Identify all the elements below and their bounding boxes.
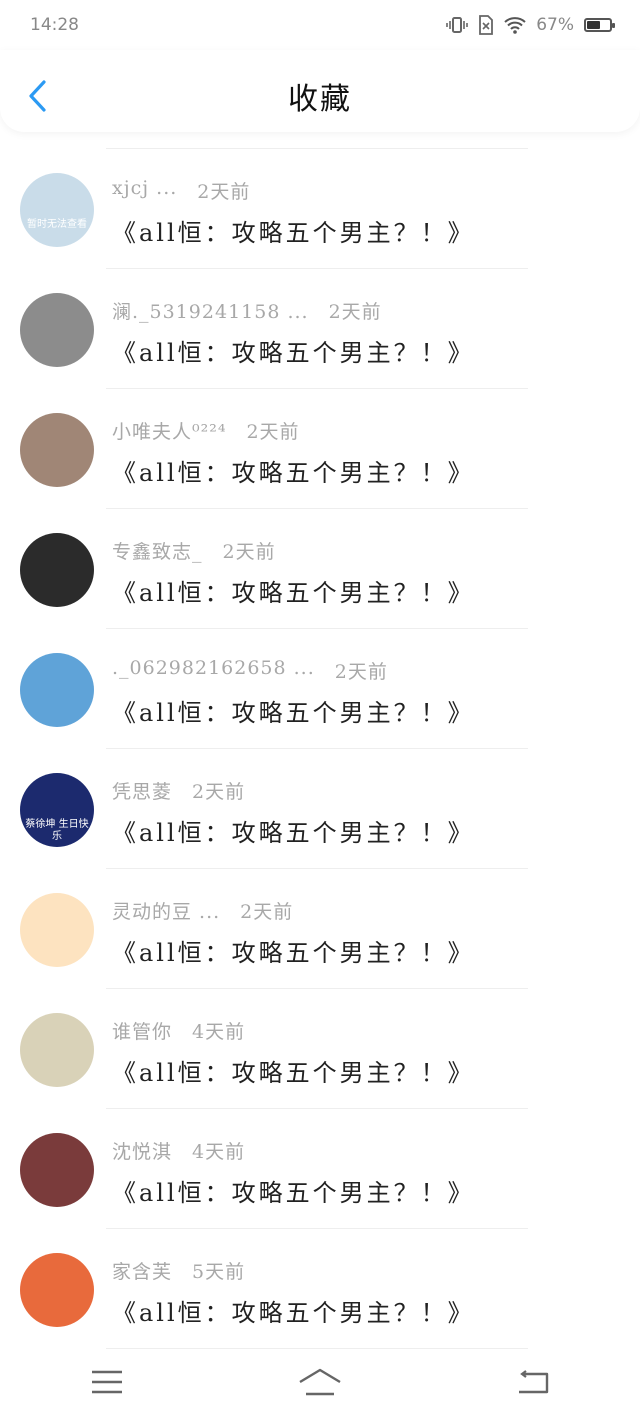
list-item[interactable]: 家含芙 5天前《all恒：攻略五个男主？！》 <box>0 1229 640 1349</box>
status-bar: 14:28 67% <box>0 0 640 50</box>
username[interactable]: xjcj ... <box>112 177 177 204</box>
work-title[interactable]: 《all恒：攻略五个男主？！》 <box>112 933 475 968</box>
work-title[interactable]: 《all恒：攻略五个男主？！》 <box>112 1053 475 1088</box>
avatar[interactable] <box>20 1253 94 1327</box>
favorites-list: 暂时无法查看 xjcj ... 2天前 《all恒：攻略五个男主？！》 澜._53192… <box>0 148 640 1349</box>
work-title[interactable]: 《all恒：攻略五个男主？！》 <box>112 1293 475 1328</box>
page-title: 收藏 <box>288 82 352 117</box>
item-meta: ._062982162658 ... 2天前 <box>112 657 388 684</box>
item-meta: 小唯夫人⁰²²⁴ 2天前 <box>112 417 300 444</box>
item-meta: 谁管你 4天前 <box>112 1017 245 1044</box>
back-icon <box>519 1370 549 1394</box>
timestamp: 2天前 <box>246 421 300 443</box>
avatar[interactable] <box>20 1013 94 1087</box>
list-item[interactable]: 沈悦淇 4天前《all恒：攻略五个男主？！》 <box>0 1109 640 1229</box>
item-meta: xjcj ... 2天前 <box>112 177 250 204</box>
list-item[interactable]: 灵动的豆 ... 2天前《all恒：攻略五个男主？！》 <box>0 869 640 989</box>
work-title[interactable]: 《all恒：攻略五个男主？！》 <box>112 333 475 368</box>
status-time: 14:28 <box>30 15 79 35</box>
work-title[interactable]: 《all恒：攻略五个男主？！》 <box>112 453 475 488</box>
timestamp: 2天前 <box>240 901 294 923</box>
username[interactable]: 家含芙 <box>112 1257 172 1284</box>
wifi-icon <box>504 17 526 34</box>
timestamp: 2天前 <box>192 781 246 803</box>
timestamp: 4天前 <box>192 1141 246 1163</box>
list-item[interactable]: 专鑫致志_ 2天前《all恒：攻略五个男主？！》 <box>0 509 640 629</box>
navigation-bar <box>0 1342 640 1422</box>
list-item[interactable]: 蔡徐坤 生日快乐 凭思菱 2天前《all恒：攻略五个男主？！》 <box>0 749 640 869</box>
header: 收藏 <box>0 50 640 132</box>
avatar-text: 蔡徐坤 生日快乐 <box>25 819 89 842</box>
timestamp: 2天前 <box>334 661 388 683</box>
item-meta: 灵动的豆 ... 2天前 <box>112 897 293 924</box>
username[interactable]: 澜._5319241158 ... <box>112 297 309 324</box>
item-meta: 沈悦淇 4天前 <box>112 1137 245 1164</box>
menu-button[interactable] <box>67 1352 147 1412</box>
avatar-text: 暂时无法查看 <box>27 219 87 230</box>
list-item[interactable]: 谁管你 4天前《all恒：攻略五个男主？！》 <box>0 989 640 1109</box>
work-title[interactable]: 《all恒：攻略五个男主？！》 <box>112 813 475 848</box>
work-title[interactable]: 《all恒：攻略五个男主？！》 <box>112 573 475 608</box>
avatar[interactable] <box>20 893 94 967</box>
username[interactable]: 凭思菱 <box>112 777 172 804</box>
username[interactable]: 小唯夫人⁰²²⁴ <box>112 417 226 444</box>
battery-icon <box>584 18 615 32</box>
status-icons: 67% <box>446 15 615 35</box>
list-item[interactable]: 暂时无法查看 xjcj ... 2天前《all恒：攻略五个男主？！》 <box>0 149 640 269</box>
work-title[interactable]: 《all恒：攻略五个男主？！》 <box>112 693 475 728</box>
timestamp: 4天前 <box>192 1021 246 1043</box>
timestamp: 2天前 <box>197 181 251 203</box>
avatar[interactable] <box>20 293 94 367</box>
menu-icon <box>91 1370 122 1394</box>
home-button[interactable] <box>280 1352 360 1412</box>
list-item[interactable]: 小唯夫人⁰²²⁴ 2天前《all恒：攻略五个男主？！》 <box>0 389 640 509</box>
list-item[interactable]: ._062982162658 ... 2天前《all恒：攻略五个男主？！》 <box>0 629 640 749</box>
battery-fill <box>587 21 601 29</box>
work-title[interactable]: 《all恒：攻略五个男主？！》 <box>112 1173 475 1208</box>
system-back-button[interactable] <box>493 1352 573 1412</box>
username[interactable]: 谁管你 <box>112 1017 172 1044</box>
battery-percent: 67% <box>536 15 574 35</box>
username[interactable]: 灵动的豆 ... <box>112 897 220 924</box>
home-icon <box>299 1368 341 1396</box>
avatar[interactable] <box>20 1133 94 1207</box>
avatar[interactable]: 暂时无法查看 <box>20 173 94 247</box>
item-meta: 家含芙 5天前 <box>112 1257 245 1284</box>
vibrate-icon <box>446 17 469 33</box>
item-meta: 澜._5319241158 ... 2天前 <box>112 297 382 324</box>
no-sim-icon <box>479 15 494 35</box>
work-title[interactable]: 《all恒：攻略五个男主？！》 <box>112 213 475 248</box>
timestamp: 5天前 <box>192 1261 246 1283</box>
timestamp: 2天前 <box>328 301 382 323</box>
avatar[interactable] <box>20 533 94 607</box>
username[interactable]: 沈悦淇 <box>112 1137 172 1164</box>
avatar[interactable]: 蔡徐坤 生日快乐 <box>20 773 94 847</box>
avatar[interactable] <box>20 413 94 487</box>
username[interactable]: 专鑫致志_ <box>112 537 203 564</box>
list-item[interactable]: 澜._5319241158 ... 2天前《all恒：攻略五个男主？！》 <box>0 269 640 389</box>
avatar[interactable] <box>20 653 94 727</box>
item-meta: 凭思菱 2天前 <box>112 777 245 804</box>
username[interactable]: ._062982162658 ... <box>112 657 315 684</box>
item-meta: 专鑫致志_ 2天前 <box>112 537 276 564</box>
timestamp: 2天前 <box>222 541 276 563</box>
